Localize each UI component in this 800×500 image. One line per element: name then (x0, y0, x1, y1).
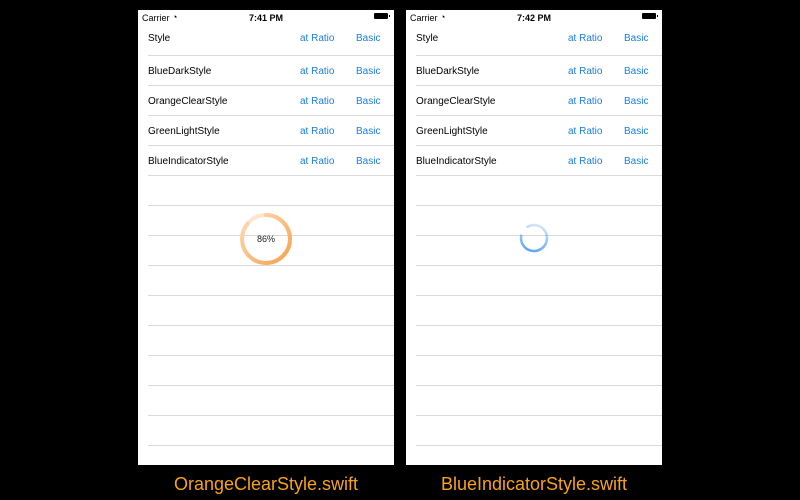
empty-row (416, 386, 662, 416)
style-row: Style at Ratio Basic (148, 26, 394, 56)
right-phone-screen: Carrier ◔ 7:42 PM Style at Ratio Basic B… (406, 10, 662, 465)
at-ratio-button[interactable]: at Ratio (300, 96, 334, 107)
basic-button[interactable]: Basic (356, 66, 380, 77)
empty-row (148, 386, 394, 416)
progress-label: 86% (257, 234, 275, 244)
left-caption: OrangeClearStyle.swift (173, 474, 359, 494)
status-bar: Carrier ◔ 7:41 PM (138, 10, 394, 26)
green-light-style-row: GreenLightStyle at Ratio Basic (148, 116, 394, 146)
at-ratio-button[interactable]: at Ratio (300, 156, 334, 167)
empty-row (416, 416, 662, 446)
empty-row (416, 356, 662, 386)
battery-icon (642, 13, 658, 19)
row-title: Style (148, 33, 171, 44)
blue-indicator-style-row: BlueIndicatorStyle at Ratio Basic (148, 146, 394, 176)
at-ratio-button[interactable]: at Ratio (568, 33, 602, 44)
blue-indicator-style-row: BlueIndicatorStyle at Ratio Basic (416, 146, 662, 176)
row-title: GreenLightStyle (148, 126, 220, 137)
indicator-arc (519, 223, 549, 253)
row-title: BlueIndicatorStyle (148, 156, 229, 167)
battery-icon (374, 13, 390, 19)
basic-button[interactable]: Basic (624, 66, 648, 77)
orange-clear-style-row: OrangeClearStyle at Ratio Basic (416, 86, 662, 116)
basic-button[interactable]: Basic (624, 96, 648, 107)
empty-row (148, 266, 394, 296)
status-time: 7:41 PM (248, 13, 283, 23)
at-ratio-button[interactable]: at Ratio (568, 156, 602, 167)
empty-row (148, 326, 394, 356)
row-title: BlueDarkStyle (148, 66, 212, 77)
empty-row (416, 266, 662, 296)
blue-dark-style-row: BlueDarkStyle at Ratio Basic (148, 56, 394, 86)
empty-row (416, 296, 662, 326)
row-title: OrangeClearStyle (148, 96, 228, 107)
basic-button[interactable]: Basic (356, 96, 380, 107)
status-bar: Carrier ◔ 7:42 PM (406, 10, 662, 26)
right-caption: BlueIndicatorStyle.swift (440, 474, 628, 494)
empty-row (148, 356, 394, 386)
row-title: OrangeClearStyle (416, 96, 496, 107)
at-ratio-button[interactable]: at Ratio (300, 33, 334, 44)
left-phone-screen: Carrier ◔ 7:41 PM Style at Ratio Basic B… (138, 10, 394, 465)
at-ratio-button[interactable]: at Ratio (300, 66, 334, 77)
basic-button[interactable]: Basic (624, 33, 648, 44)
at-ratio-button[interactable]: at Ratio (568, 126, 602, 137)
at-ratio-button[interactable]: at Ratio (568, 96, 602, 107)
blue-dark-style-row: BlueDarkStyle at Ratio Basic (416, 56, 662, 86)
empty-row (148, 296, 394, 326)
at-ratio-button[interactable]: at Ratio (568, 66, 602, 77)
empty-row (148, 176, 394, 206)
basic-button[interactable]: Basic (624, 156, 648, 167)
empty-row (148, 416, 394, 446)
progress-ring: 86% (240, 213, 292, 265)
loading-indicator (519, 223, 549, 253)
empty-row (416, 176, 662, 206)
orange-clear-style-row: OrangeClearStyle at Ratio Basic (148, 86, 394, 116)
empty-row (416, 326, 662, 356)
row-title: BlueDarkStyle (416, 66, 480, 77)
basic-button[interactable]: Basic (356, 126, 380, 137)
basic-button[interactable]: Basic (356, 33, 380, 44)
row-title: Style (416, 33, 439, 44)
row-title: BlueIndicatorStyle (416, 156, 497, 167)
basic-button[interactable]: Basic (356, 156, 380, 167)
at-ratio-button[interactable]: at Ratio (300, 126, 334, 137)
row-title: GreenLightStyle (416, 126, 488, 137)
basic-button[interactable]: Basic (624, 126, 648, 137)
status-time: 7:42 PM (516, 13, 551, 23)
style-row: Style at Ratio Basic (416, 26, 662, 56)
green-light-style-row: GreenLightStyle at Ratio Basic (416, 116, 662, 146)
